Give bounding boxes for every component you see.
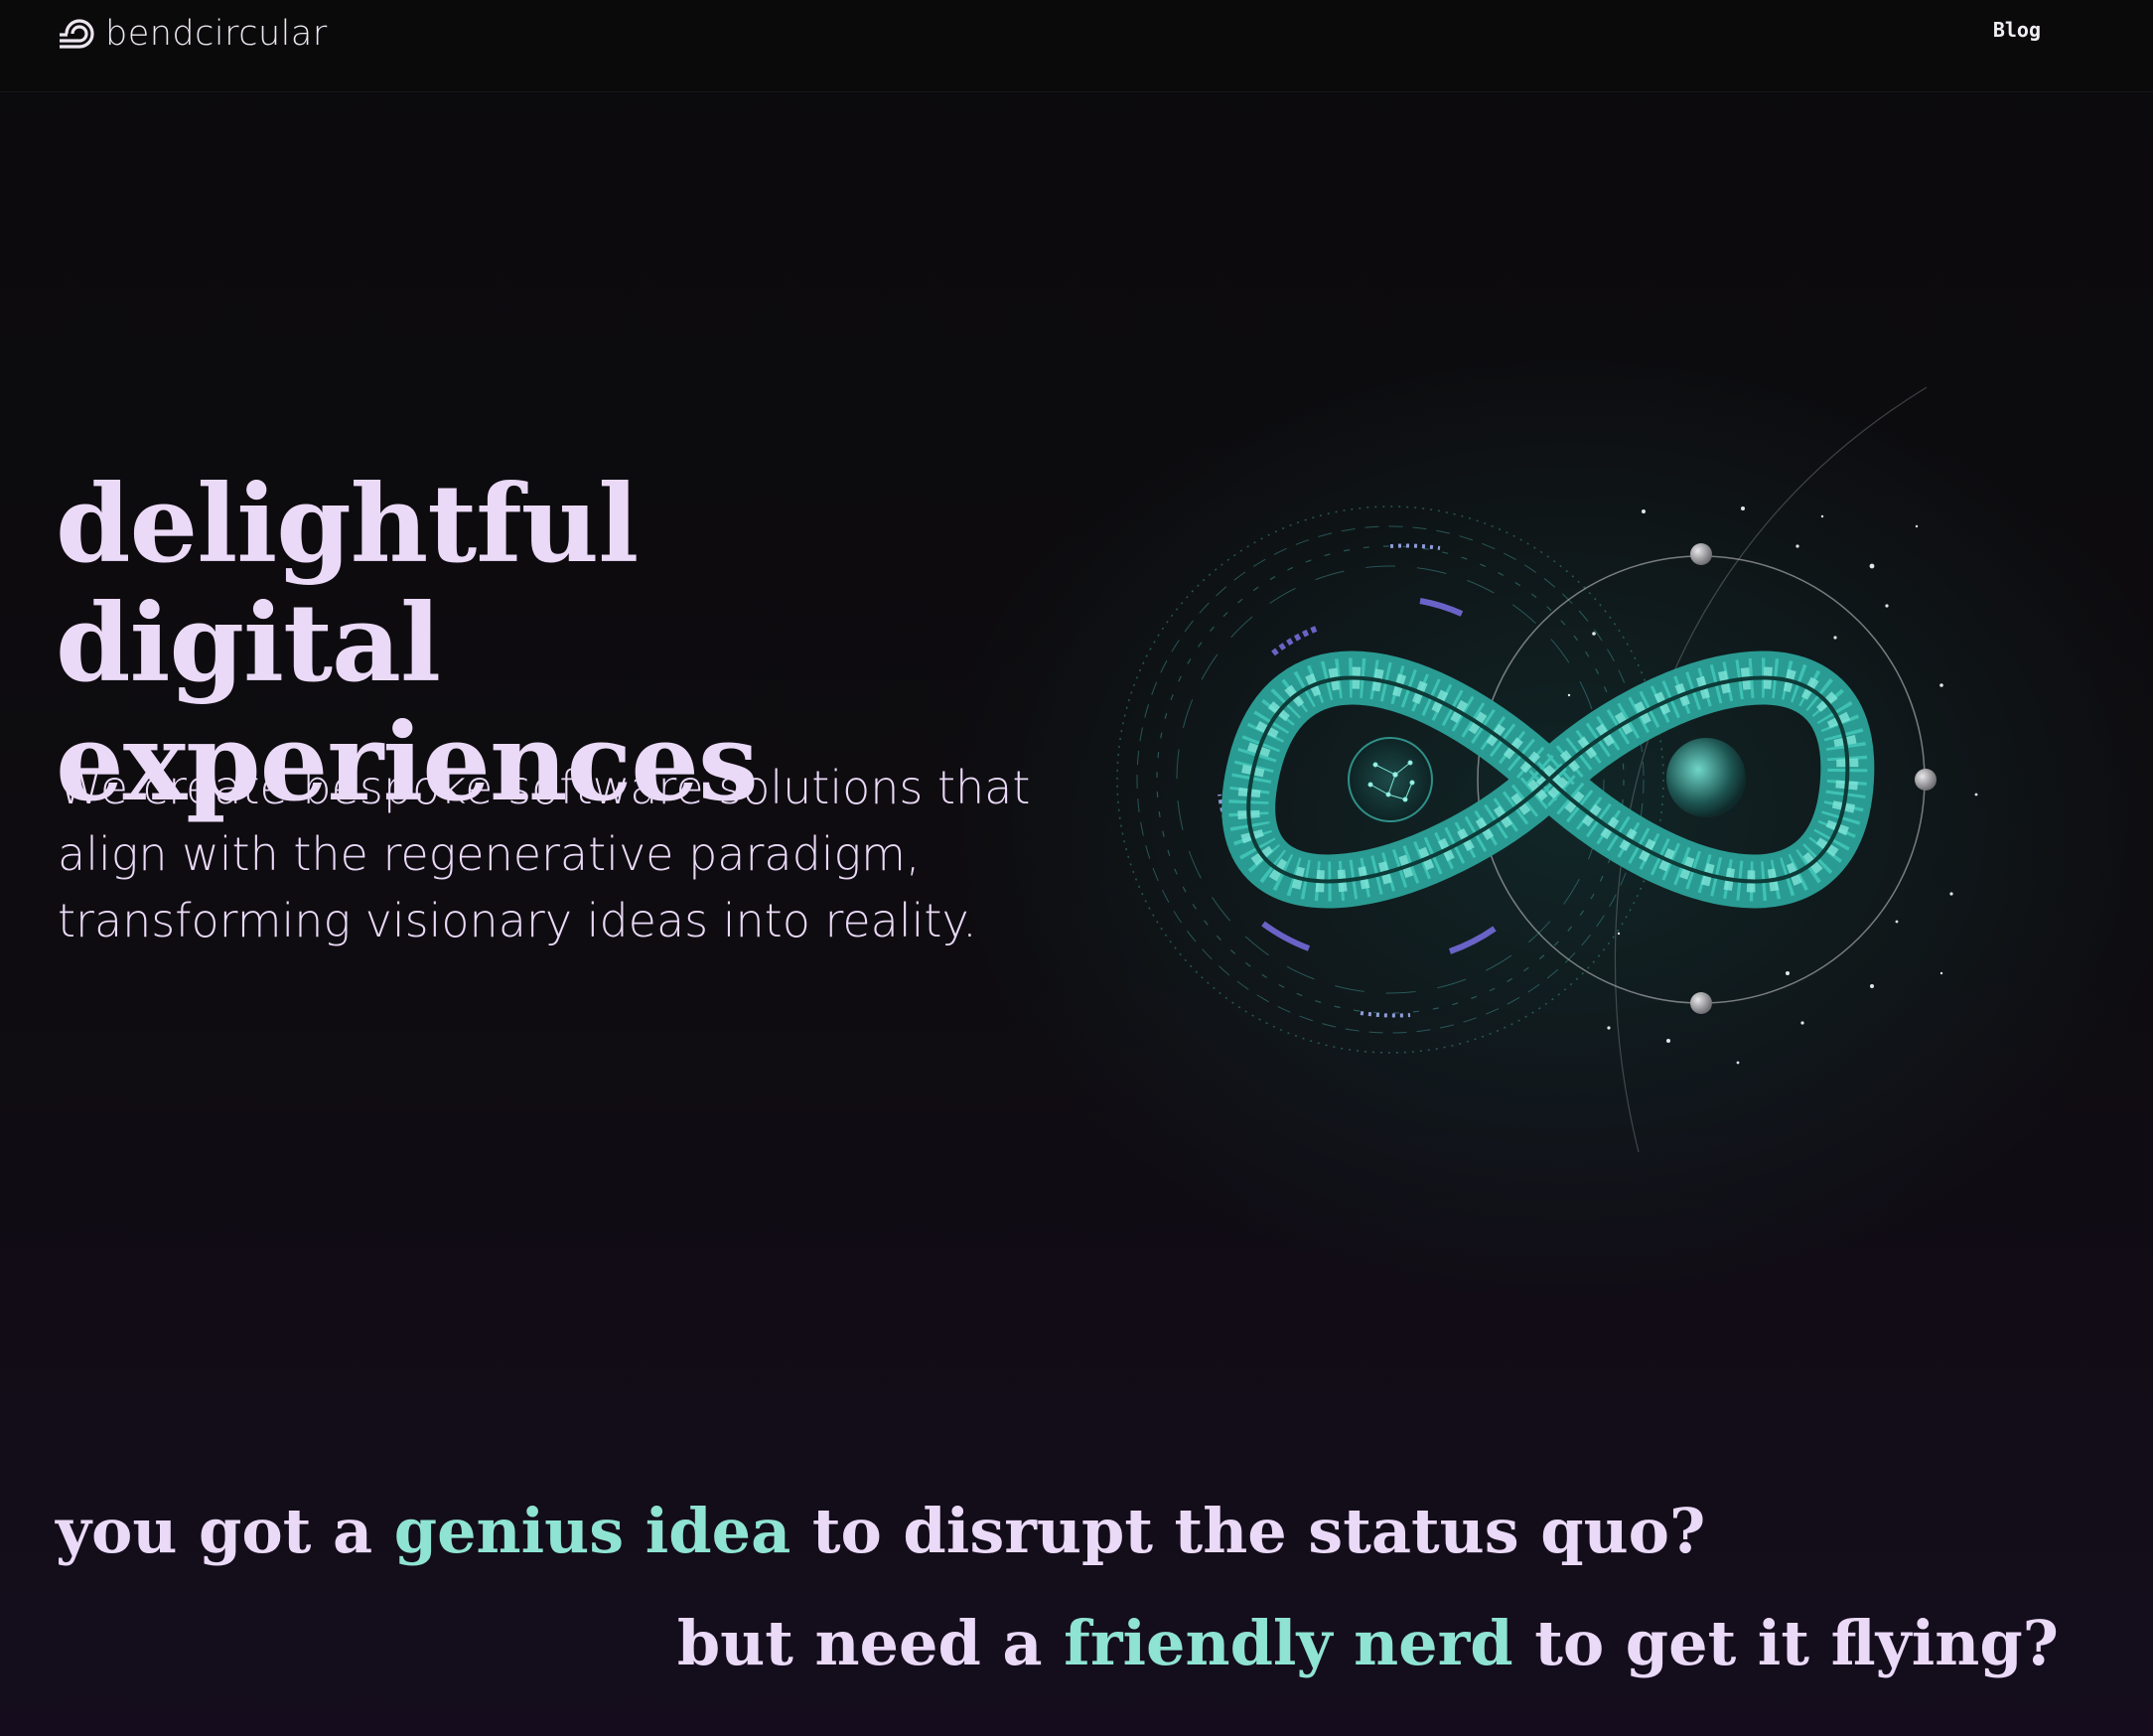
nav-blog-link[interactable]: Blog xyxy=(1993,18,2041,42)
teal-planet xyxy=(1666,738,1746,817)
logo-text: bendcircular xyxy=(105,14,328,54)
moon-right xyxy=(1915,769,1937,791)
infinity-band xyxy=(1221,651,1875,909)
tagline1-highlight: genius idea xyxy=(393,1495,791,1567)
hero-subtitle: We create bespoke software solutions tha… xyxy=(58,761,1031,947)
tagline2-pre: but need a xyxy=(676,1607,1065,1679)
tagline-friendly-nerd: but need a friendly nerd to get it flyin… xyxy=(677,1607,2059,1679)
tagline2-highlight: friendly nerd xyxy=(1064,1607,1513,1679)
tagline1-pre: you got a xyxy=(56,1495,394,1567)
moon-bottom xyxy=(1690,992,1712,1014)
stars xyxy=(1567,506,1978,1065)
moon-top xyxy=(1690,543,1712,565)
tagline2-post: to get it flying? xyxy=(1512,1607,2059,1679)
network-planet xyxy=(1348,737,1433,822)
orbit-arc xyxy=(1614,386,1928,1152)
tagline1-post: to disrupt the status quo? xyxy=(790,1495,1706,1567)
site-header: bendcircular Blog xyxy=(0,0,2153,92)
logo-icon xyxy=(60,19,94,49)
hero-title-line1: delightful digital xyxy=(56,462,639,706)
logo-link[interactable]: bendcircular xyxy=(56,14,328,54)
tagline-genius-idea: you got a genius idea to disrupt the sta… xyxy=(56,1495,1705,1567)
infinity-orbit-illustration xyxy=(1116,386,1978,1152)
